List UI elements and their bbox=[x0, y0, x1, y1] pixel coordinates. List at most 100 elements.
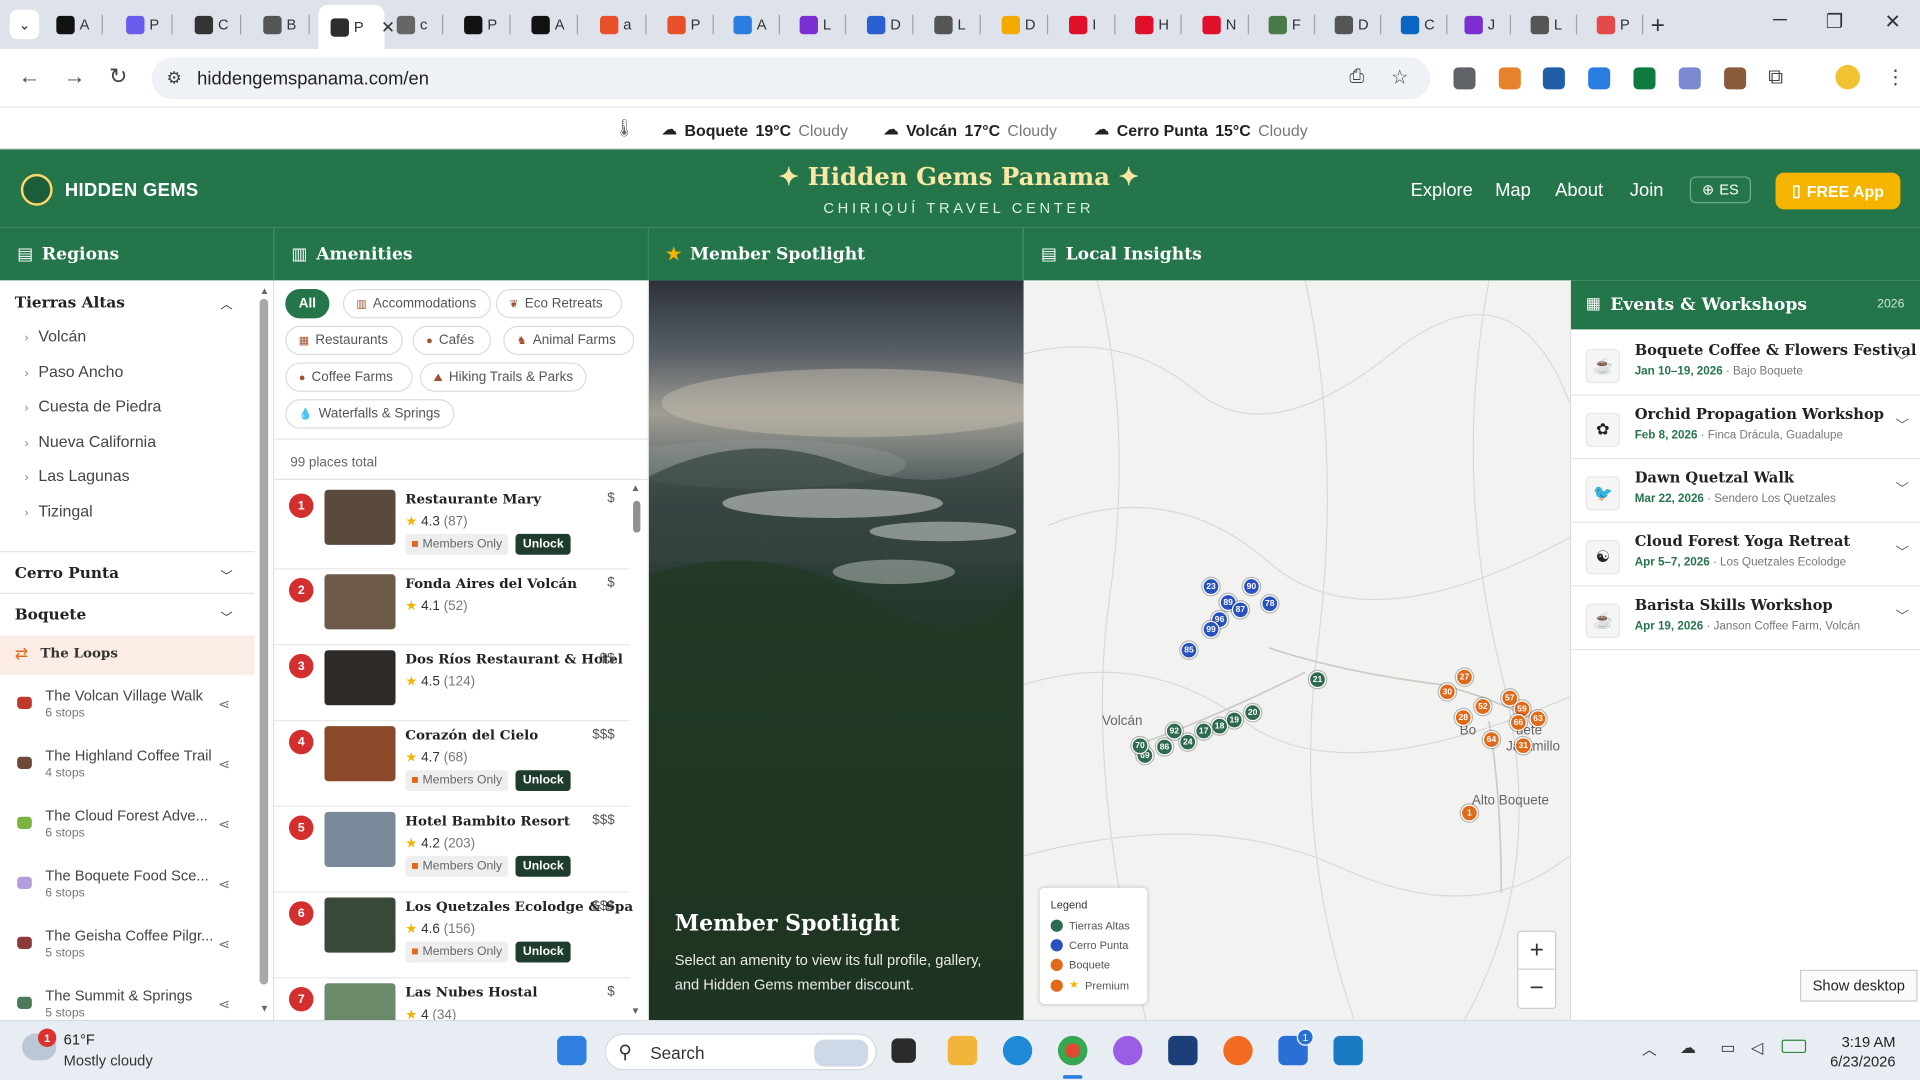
nav-explore[interactable]: Explore bbox=[1411, 180, 1473, 201]
chevron-down-icon[interactable]: ﹀ bbox=[1896, 606, 1909, 626]
browser-tab[interactable]: I bbox=[1059, 10, 1116, 39]
place-row[interactable]: 3 Dos Ríos Restaurant & Hotel $$ ★ 4.5 (124… bbox=[274, 649, 630, 730]
place-row[interactable]: 6 Los Quetzales Ecolodge & Spa $$$ ★ 4.6 (1… bbox=[274, 896, 633, 979]
subregion-item[interactable]: › Paso Ancho bbox=[24, 362, 123, 380]
map-marker[interactable]: 31 bbox=[1514, 737, 1532, 755]
scroll-up-icon[interactable]: ▲ bbox=[631, 482, 641, 493]
taskbar-temp[interactable]: 61°F bbox=[64, 1031, 95, 1048]
chevron-down-icon[interactable]: ﹀ bbox=[1896, 415, 1909, 435]
map-marker[interactable]: 63 bbox=[1529, 710, 1547, 728]
place-row[interactable]: 1 Restaurante Mary $ ★ 4.3 (87) ■ Members Onl… bbox=[274, 489, 630, 570]
unlock-button[interactable]: Unlock bbox=[515, 770, 572, 792]
tab-search-button[interactable]: ⌄ bbox=[9, 9, 40, 40]
extensions-puzzle-icon[interactable]: ⧉ bbox=[1768, 65, 1783, 89]
extension-brown-icon[interactable] bbox=[1724, 67, 1747, 90]
map-marker[interactable]: 1 bbox=[1460, 804, 1478, 822]
scrollbar-thumb[interactable] bbox=[259, 298, 269, 985]
map-marker[interactable]: 85 bbox=[1180, 641, 1198, 659]
chevron-up-icon[interactable]: ︿ bbox=[220, 294, 232, 312]
copilot-icon[interactable] bbox=[1113, 1035, 1143, 1066]
cisco-icon[interactable] bbox=[1333, 1035, 1363, 1066]
map-marker[interactable]: 23 bbox=[1202, 577, 1220, 596]
map-marker[interactable]: 64 bbox=[1482, 731, 1501, 749]
loop-item[interactable]: The Highland Coffee Trail 4 stops ⋖ bbox=[0, 740, 255, 800]
map-marker[interactable]: 18 bbox=[1211, 717, 1229, 735]
task-view-icon[interactable] bbox=[891, 1038, 916, 1063]
chip-all[interactable]: All bbox=[285, 288, 330, 319]
browser-tab[interactable]: c bbox=[387, 10, 444, 39]
scrollbar-thumb[interactable] bbox=[633, 500, 641, 533]
nav-about[interactable]: About bbox=[1555, 180, 1603, 201]
b-app-icon[interactable] bbox=[1168, 1035, 1198, 1066]
browser-tab[interactable]: A bbox=[724, 10, 781, 39]
region-cerro-punta[interactable]: Cerro Punta bbox=[15, 563, 119, 581]
browser-tab[interactable]: J bbox=[1455, 10, 1512, 39]
map-marker[interactable]: 19 bbox=[1225, 711, 1243, 729]
browser-tab[interactable]: C bbox=[1391, 10, 1448, 39]
chevron-down-icon[interactable]: ﹀ bbox=[1896, 351, 1909, 371]
browser-tab[interactable]: C bbox=[185, 10, 242, 39]
share-icon[interactable]: ⋖ bbox=[218, 996, 230, 1013]
event-item[interactable]: ☕ Barista Skills Workshop Apr 19, 2026 · J… bbox=[1571, 587, 1920, 651]
chip-accommodations[interactable]: ▥ Accommodations bbox=[342, 288, 492, 319]
site-info-icon[interactable]: ⚙ bbox=[167, 67, 182, 88]
place-row[interactable]: 5 Hotel Bambito Resort $$$ ★ 4.2 (203) ■ Memb… bbox=[274, 811, 630, 893]
profile-avatar[interactable] bbox=[1835, 64, 1861, 90]
chevron-down-icon[interactable]: ﹀ bbox=[220, 607, 232, 625]
region-boquete[interactable]: Boquete bbox=[15, 605, 87, 623]
address-bar[interactable]: ⚙ hiddengemspanama.com/en ⎙ ☆ bbox=[151, 57, 1431, 100]
map-marker[interactable]: 28 bbox=[1454, 708, 1472, 727]
nav-join[interactable]: Join bbox=[1630, 180, 1664, 201]
map-marker[interactable]: 20 bbox=[1244, 704, 1262, 722]
browser-tab[interactable]: H bbox=[1125, 10, 1182, 39]
windows-start-icon[interactable] bbox=[557, 1035, 587, 1066]
region-tierras-altas[interactable]: Tierras Altas bbox=[15, 293, 125, 311]
browser-tab[interactable]: A bbox=[47, 10, 103, 39]
map-marker[interactable]: 99 bbox=[1202, 620, 1220, 638]
subregion-item[interactable]: › Las Lagunas bbox=[24, 467, 129, 485]
event-item[interactable]: 🐦 Dawn Quetzal Walk Mar 22, 2026 · Sendero… bbox=[1571, 459, 1920, 523]
subregion-item[interactable]: › Nueva California bbox=[24, 432, 156, 450]
zoom-in-button[interactable]: + bbox=[1518, 932, 1556, 970]
file-explorer-icon[interactable] bbox=[947, 1035, 978, 1066]
map-marker[interactable]: 17 bbox=[1195, 722, 1213, 740]
event-item[interactable]: ☯ Cloud Forest Yoga Retreat Apr 5–7, 2026 … bbox=[1571, 523, 1920, 587]
map-marker[interactable]: 86 bbox=[1155, 738, 1174, 756]
chevron-down-icon[interactable]: ﹀ bbox=[220, 566, 232, 584]
unlock-button[interactable]: Unlock bbox=[515, 533, 572, 555]
unlock-button[interactable]: Unlock bbox=[515, 855, 572, 877]
chip-animal-farms[interactable]: ♞ Animal Farms bbox=[503, 325, 635, 356]
chip-coffee-farms[interactable]: ● Coffee Farms bbox=[285, 362, 413, 392]
free-app-button[interactable]: ▯ FREE App bbox=[1775, 172, 1901, 210]
zoom-out-button[interactable]: − bbox=[1518, 970, 1555, 1008]
chip-eco-retreats[interactable]: ❦ Eco Retreats bbox=[495, 288, 623, 319]
browser-tab[interactable]: L bbox=[924, 10, 981, 39]
map-marker[interactable]: 27 bbox=[1455, 668, 1474, 686]
firefox-icon[interactable] bbox=[1223, 1035, 1253, 1066]
loop-item[interactable]: The Boquete Food Sce... 6 stops ⋖ bbox=[0, 860, 255, 920]
browser-tab[interactable]: P ✕ bbox=[318, 4, 395, 49]
unlock-button[interactable]: Unlock bbox=[515, 941, 572, 963]
browser-tab[interactable]: a bbox=[590, 10, 647, 39]
map-marker[interactable]: 30 bbox=[1438, 683, 1456, 701]
browser-tab[interactable]: L bbox=[790, 10, 847, 39]
browser-tab[interactable]: P bbox=[454, 10, 511, 39]
share-icon[interactable]: ⋖ bbox=[218, 876, 230, 893]
member-spotlight-panel[interactable]: Member Spotlight Select an amenity to vi… bbox=[648, 280, 1024, 1021]
chip-restaurants[interactable]: ▦ Restaurants bbox=[285, 325, 403, 356]
language-toggle[interactable]: ⊕ ES bbox=[1689, 176, 1752, 204]
chevron-down-icon[interactable]: ﹀ bbox=[1896, 479, 1909, 499]
browser-tab[interactable]: L bbox=[1521, 10, 1578, 39]
browser-tab[interactable]: P bbox=[116, 10, 173, 39]
browser-tab[interactable]: B bbox=[253, 10, 310, 39]
local-insights-map[interactable]: Volcán Bo uete Jaramillo Alto Boquete 23… bbox=[1023, 280, 1570, 1021]
scroll-down-icon[interactable]: ▼ bbox=[260, 1003, 270, 1014]
edge-icon[interactable] bbox=[1002, 1035, 1033, 1066]
browser-menu-icon[interactable]: ⋮ bbox=[1886, 65, 1906, 89]
extension-blue-icon[interactable] bbox=[1588, 67, 1611, 90]
scroll-down-icon[interactable]: ▼ bbox=[631, 1005, 641, 1016]
share-icon[interactable]: ⋖ bbox=[218, 696, 230, 713]
speaker-icon[interactable]: ◁ bbox=[1751, 1038, 1763, 1058]
bookmark-star-icon[interactable]: ☆ bbox=[1391, 65, 1409, 89]
map-marker[interactable]: 92 bbox=[1165, 722, 1183, 740]
